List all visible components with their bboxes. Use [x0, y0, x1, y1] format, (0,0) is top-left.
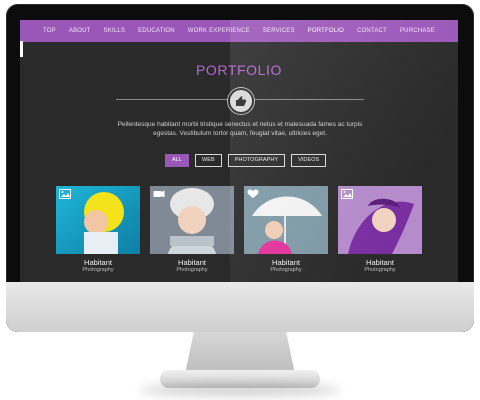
- thumbs-up-icon: [228, 88, 254, 114]
- portfolio-item-2-category: Photography: [176, 267, 208, 273]
- filter-web[interactable]: WEB: [194, 154, 222, 167]
- portfolio-item-4-title: Habitant: [366, 258, 394, 267]
- portfolio-filters: ALL WEB PHOTOGRAPHY VIDEOS: [165, 154, 327, 167]
- monitor-chin: [6, 282, 474, 332]
- portfolio-item-3[interactable]: [244, 186, 328, 254]
- image-icon: [59, 189, 71, 199]
- portfolio-item-3-category: Photography: [270, 267, 302, 273]
- portfolio-item-4-category: Photography: [364, 267, 396, 273]
- website-screen: TOP ABOUT SKILLS EDUCATION WORK EXPERIEN…: [20, 20, 458, 282]
- section-title: PORTFOLIO: [195, 62, 283, 78]
- nav-item-work-experience[interactable]: WORK EXPERIENCE: [188, 28, 250, 34]
- nav-item-about[interactable]: ABOUT: [69, 28, 91, 34]
- heart-icon: [247, 189, 259, 198]
- video-camera-icon: [153, 190, 165, 198]
- nav-item-skills[interactable]: SKILLS: [104, 28, 126, 34]
- nav-item-education[interactable]: EDUCATION: [138, 28, 175, 34]
- portfolio-item-2-title: Habitant: [178, 258, 206, 267]
- nav-item-purchase[interactable]: PURCHASE: [400, 28, 435, 34]
- portfolio-item-3-title: Habitant: [272, 258, 300, 267]
- section-description: Pellentesque habitant morbi tristique se…: [117, 121, 363, 137]
- monitor-stand-neck: [185, 332, 295, 374]
- portfolio-item-4[interactable]: [338, 186, 422, 254]
- nav-item-top[interactable]: TOP: [43, 28, 56, 34]
- monitor-shadow: [140, 384, 340, 396]
- top-navigation: TOP ABOUT SKILLS EDUCATION WORK EXPERIEN…: [20, 20, 458, 42]
- left-edge-marker: [20, 41, 23, 57]
- image-icon: [341, 189, 353, 199]
- portfolio-item-1-title: Habitant: [84, 258, 112, 267]
- filter-photography[interactable]: PHOTOGRAPHY: [227, 154, 286, 167]
- portfolio-item-1[interactable]: [56, 186, 140, 254]
- portfolio-item-1-category: Photography: [82, 267, 114, 273]
- nav-item-services[interactable]: SERVICES: [263, 28, 295, 34]
- portfolio-item-2[interactable]: [150, 186, 234, 254]
- nav-item-contact[interactable]: CONTACT: [357, 28, 387, 34]
- filter-videos[interactable]: VIDEOS: [291, 154, 327, 167]
- filter-all[interactable]: ALL: [165, 154, 189, 167]
- nav-item-portfolio[interactable]: PORTFOLIO: [308, 28, 344, 34]
